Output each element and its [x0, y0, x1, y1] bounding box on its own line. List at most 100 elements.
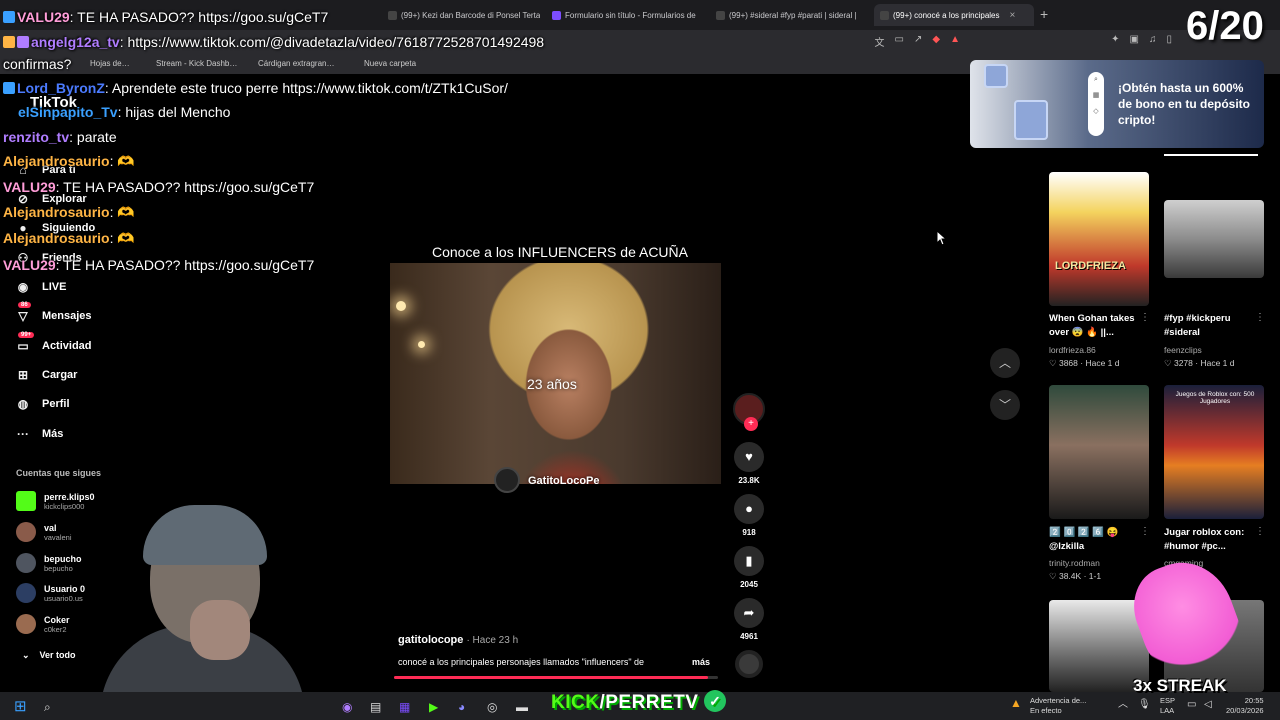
following-item[interactable]: bepucho bepucho [16, 553, 82, 573]
browser-tab-active[interactable]: (99+) conocé a los principales × [874, 4, 1034, 26]
network-icon[interactable]: ▭ [1187, 700, 1196, 710]
chat-badge-icon [17, 36, 29, 48]
nav-item-mas[interactable]: ··· Más [14, 427, 63, 441]
following-item[interactable]: Coker c0ker2 [16, 614, 70, 634]
avatar [16, 583, 36, 603]
thumbnail-text: Juegos de Roblox con: 500 Jugadores [1175, 391, 1255, 405]
microphone-icon[interactable]: 🎙 [1138, 700, 1151, 710]
webcam-hand [190, 600, 250, 660]
translate-icon[interactable]: 文 [875, 34, 885, 49]
ad-side-icons: ⌕ ▦ ◇ [1088, 72, 1104, 136]
video-card-meta: ♡ 38.4K · 1-1 [1049, 571, 1102, 581]
search-icon[interactable]: ⌕ [44, 700, 51, 715]
nav-item-live[interactable]: ◉ LIVE [14, 280, 67, 294]
comment-button[interactable]: ● 918 [733, 494, 765, 537]
heart-icon: ♥ [734, 442, 764, 472]
steam-icon[interactable]: ◎ [487, 700, 497, 714]
chat-badge-icon [3, 11, 15, 23]
brave-shield-icon[interactable]: ◆ [932, 34, 940, 49]
browser-tab-2[interactable]: Formulario sin título - Formularios de [546, 4, 704, 26]
volume-icon[interactable]: ◁ [1204, 700, 1212, 710]
streak-label: 3x STREAK [1133, 676, 1227, 695]
more-options-icon[interactable]: ⋮ [1255, 526, 1265, 537]
chevron-down-icon: ﹀ [998, 398, 1011, 412]
nav-item-perfil[interactable]: ◍ Perfil [14, 397, 70, 411]
save-button[interactable]: ▮ 2045 [733, 546, 765, 589]
bookmark-folder[interactable]: Nueva carpeta [364, 59, 416, 68]
nav-item-cargar[interactable]: ⊞ Cargar [14, 368, 78, 382]
creator-avatar-button[interactable]: + [733, 393, 765, 431]
video-card-author[interactable]: feenzclips [1164, 345, 1202, 355]
warning-icon[interactable]: ▲ [1010, 697, 1022, 709]
wallet-icon[interactable]: ▣ [1130, 34, 1139, 45]
close-tab-icon[interactable]: × [1010, 10, 1016, 21]
video-card-title[interactable]: When Gohan takes over 😨 🔥 ||... [1049, 312, 1153, 340]
nav-item-mensajes[interactable]: ▽ 86 Mensajes [14, 302, 92, 323]
bookmark-sheets[interactable]: Hojas de… [90, 59, 130, 68]
chevron-down-icon: ⌄ [22, 650, 30, 660]
language-indicator[interactable]: ESP LAA [1160, 696, 1175, 716]
app-icon[interactable]: ◉ [342, 700, 352, 714]
see-more-link[interactable]: más [692, 657, 710, 667]
video-card-title[interactable]: 2️⃣ 0️⃣ 2️⃣ 6️⃣ 😝 @lzkilla [1049, 526, 1153, 554]
video-thumbnail[interactable] [1049, 385, 1149, 519]
sidebar-icon[interactable]: ▯ [1166, 34, 1172, 45]
video-card-meta: ♡ 3278 · Hace 1 d [1164, 358, 1235, 368]
weather-widget[interactable]: Advertencia de... En efecto [1030, 696, 1086, 716]
video-thumbnail[interactable]: Juegos de Roblox con: 500 Jugadores [1164, 385, 1264, 519]
discord-icon[interactable]: ◕ [458, 700, 465, 714]
screen-icon[interactable]: ▭ [895, 34, 904, 49]
share-button[interactable]: ➦ 4961 [733, 598, 765, 641]
video-card-title[interactable]: Jugar roblox con: #humor #pc... [1164, 526, 1268, 554]
more-options-icon[interactable]: ⋮ [1255, 312, 1265, 323]
app-icon[interactable]: ▬ [516, 700, 528, 714]
previous-video-button[interactable]: ︿ [990, 348, 1020, 378]
rewards-icon[interactable]: ▲ [950, 34, 960, 49]
music-disc-icon[interactable] [735, 650, 763, 678]
chevron-up-icon: ︿ [998, 356, 1011, 370]
crypto-ad-banner[interactable]: ⌕ ▦ ◇ ¡Obtén hasta un 600% de bono en tu d… [970, 60, 1264, 148]
tray-chevron-icon[interactable]: ︿ [1118, 700, 1128, 710]
browser-tab-3[interactable]: (99+) #sideral #fyp #parati | sideral | [710, 4, 870, 26]
video-card-author[interactable]: lordfrieza.86 [1049, 345, 1096, 355]
music-icon[interactable]: ♫ [1149, 34, 1157, 45]
nav-item-actividad[interactable]: ▭ 99+ Actividad [14, 332, 92, 353]
video-thumbnail[interactable]: LORDFRIEZA [1049, 172, 1149, 306]
more-options-icon[interactable]: ⋮ [1140, 312, 1150, 323]
extension-icon[interactable]: ✦ [1111, 34, 1119, 45]
video-thumbnail[interactable] [1164, 200, 1264, 278]
following-item[interactable]: perre.klips0 kickclips000 [16, 491, 95, 511]
more-options-icon[interactable]: ⋮ [1140, 526, 1150, 537]
chat-message: VALU29: TE HA PASADO?? https://goo.su/gC… [3, 257, 315, 273]
toolbar-icons: ✦ ▣ ♫ ▯ [1111, 34, 1172, 45]
avatar [16, 553, 36, 573]
see-all-following-link[interactable]: ⌄ Ver todo [22, 650, 76, 661]
follow-plus-icon[interactable]: + [744, 417, 758, 431]
video-author[interactable]: gatitolocope · Hace 23 h [398, 634, 518, 646]
video-progress-bar[interactable] [394, 676, 718, 679]
ad-text: ¡Obtén hasta un 600% de bono en tu depós… [1118, 81, 1250, 127]
tiktok-favicon-icon [716, 10, 725, 20]
app-icon[interactable]: ▶ [429, 700, 438, 714]
share-icon[interactable]: ↗ [914, 34, 922, 49]
chat-message: angelg12a_tv: https://www.tiktok.com/@di… [3, 34, 544, 50]
following-item[interactable]: val vavaleni [16, 522, 72, 542]
app-icon[interactable]: ▦ [399, 700, 410, 714]
next-video-button[interactable]: ﹀ [990, 390, 1020, 420]
bookmark-kick-dashboard[interactable]: Stream - Kick Dashb… [156, 59, 237, 68]
following-item[interactable]: Usuario 0 usuario0.us [16, 583, 85, 603]
chat-badge-icon [3, 36, 15, 48]
windows-start-icon[interactable]: ⊞ [14, 697, 27, 715]
system-clock[interactable]: 20:55 20/03/2026 [1226, 696, 1264, 716]
like-button[interactable]: ♥ 23.8K [733, 442, 765, 485]
browser-tab-1[interactable]: (99+) Kezi dan Barcode di Ponsel Tertay [382, 4, 540, 26]
video-player[interactable] [390, 263, 721, 484]
thumbnail-text: LORDFRIEZA [1055, 260, 1126, 272]
bookmark-cardigan[interactable]: Cárdigan extragran… [258, 59, 334, 68]
app-icon[interactable]: ▤ [370, 700, 381, 714]
video-card-title[interactable]: #fyp #kickperu #sideral [1164, 312, 1268, 340]
more-icon: ··· [17, 427, 29, 441]
new-tab-button[interactable]: + [1040, 6, 1048, 22]
video-card-author[interactable]: trinity.rodman [1049, 558, 1100, 568]
video-progress-fill [394, 676, 709, 679]
